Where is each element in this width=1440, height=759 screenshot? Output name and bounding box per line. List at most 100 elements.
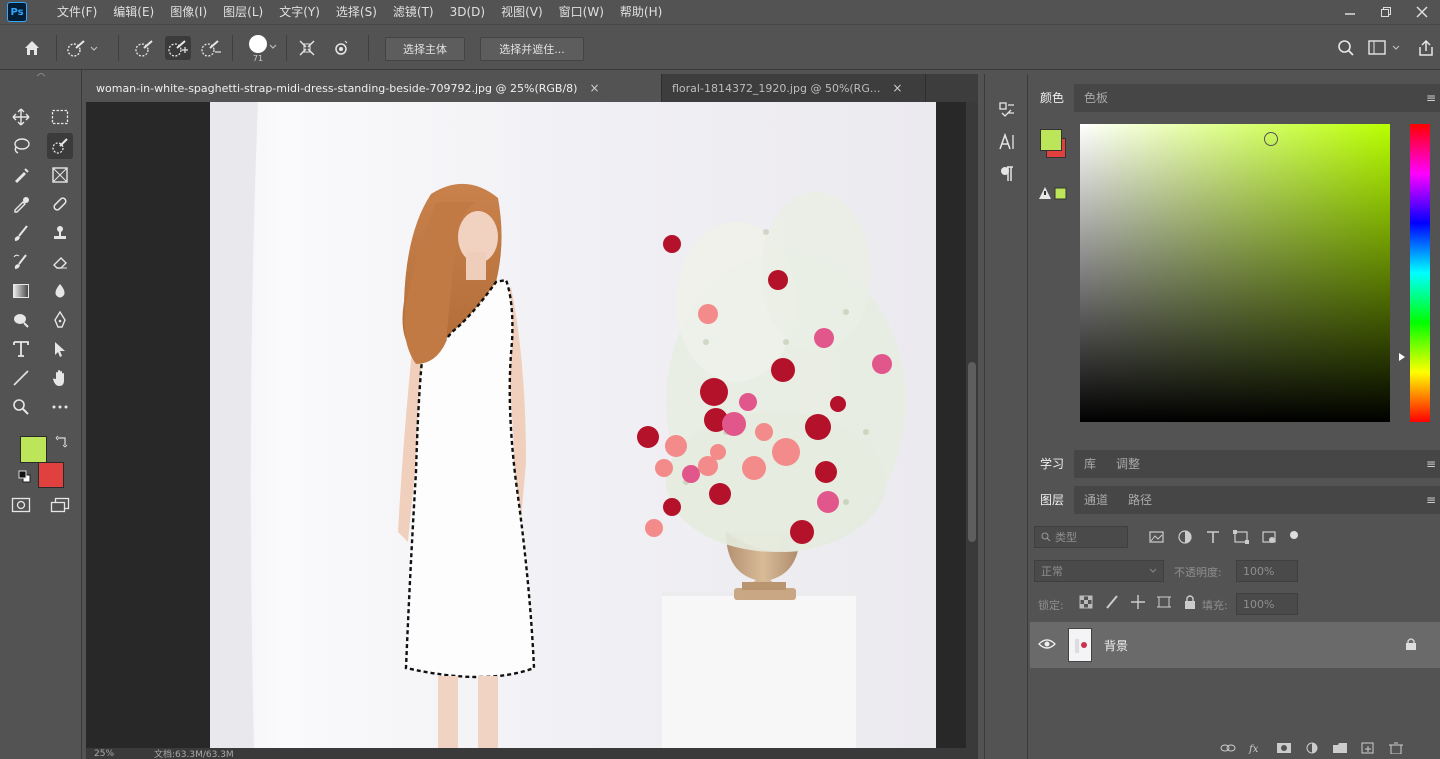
- lock-pixels-icon[interactable]: [1104, 594, 1120, 610]
- lock-artboard-icon[interactable]: [1156, 594, 1172, 610]
- gamut-warning-icon[interactable]: [1038, 186, 1068, 200]
- close-tab-icon[interactable]: ×: [589, 81, 599, 95]
- tab-learn[interactable]: 学习: [1030, 450, 1075, 478]
- pixel-layer-filter-icon[interactable]: [1148, 529, 1166, 545]
- menu-filter[interactable]: 滤镜(T): [385, 0, 442, 24]
- new-group-icon[interactable]: [1332, 742, 1348, 754]
- blur-tool[interactable]: [47, 278, 73, 304]
- history-brush-tool[interactable]: [8, 249, 34, 275]
- move-tool[interactable]: [8, 104, 34, 130]
- share-button[interactable]: [1414, 36, 1438, 60]
- opacity-input[interactable]: 100%: [1236, 560, 1298, 582]
- color-field[interactable]: [1080, 124, 1390, 422]
- default-colors-icon[interactable]: [18, 470, 32, 484]
- new-layer-icon[interactable]: [1360, 742, 1376, 754]
- tab-adjustments[interactable]: 调整: [1106, 450, 1150, 478]
- menu-layer[interactable]: 图层(L): [215, 0, 271, 24]
- layers-panel-menu[interactable]: ≡: [1426, 493, 1436, 507]
- new-adjustment-icon[interactable]: [1304, 742, 1320, 754]
- menu-view[interactable]: 视图(V): [493, 0, 551, 24]
- search-button[interactable]: [1334, 36, 1358, 60]
- menu-3d[interactable]: 3D(D): [442, 0, 493, 24]
- panel-foreground-swatch[interactable]: [1040, 129, 1062, 151]
- select-subject-button[interactable]: 选择主体: [385, 37, 465, 61]
- menu-select[interactable]: 选择(S): [328, 0, 385, 24]
- path-selection-tool[interactable]: [47, 336, 73, 362]
- menu-help[interactable]: 帮助(H): [612, 0, 670, 24]
- hue-slider-arrow-icon[interactable]: [1398, 352, 1406, 362]
- screen-mode-button[interactable]: [47, 492, 73, 518]
- marquee-tool[interactable]: [47, 104, 73, 130]
- tab-swatches[interactable]: 色板: [1074, 84, 1118, 112]
- layer-name[interactable]: 背景: [1104, 637, 1128, 654]
- toolbox-collapse-icon[interactable]: [36, 73, 46, 77]
- hue-slider[interactable]: [1410, 124, 1430, 422]
- history-panel-button[interactable]: [995, 98, 1019, 122]
- tool-preset-picker[interactable]: [64, 36, 100, 60]
- hand-tool[interactable]: [47, 365, 73, 391]
- quick-selection-tool[interactable]: [47, 133, 73, 159]
- pen-selection-tool[interactable]: [8, 162, 34, 188]
- add-to-selection-button[interactable]: [165, 36, 191, 60]
- shape-layer-filter-icon[interactable]: [1232, 529, 1250, 545]
- lock-position-icon[interactable]: [1130, 594, 1146, 610]
- ps-logo[interactable]: Ps: [5, 0, 29, 24]
- tab-libraries[interactable]: 库: [1074, 450, 1106, 478]
- tab-layers[interactable]: 图层: [1030, 486, 1075, 514]
- zoom-readout[interactable]: 25%: [94, 749, 114, 759]
- foreground-color-swatch[interactable]: [20, 436, 47, 463]
- color-picker-handle[interactable]: [1264, 132, 1278, 146]
- paragraph-panel-button[interactable]: [995, 162, 1019, 186]
- lock-all-icon[interactable]: [1182, 594, 1198, 610]
- blend-mode-select[interactable]: 正常: [1034, 560, 1164, 582]
- fill-input[interactable]: 100%: [1236, 593, 1298, 615]
- line-tool[interactable]: [8, 365, 34, 391]
- home-button[interactable]: [20, 36, 44, 60]
- more-tools[interactable]: [47, 394, 73, 420]
- brush-tool[interactable]: [8, 220, 34, 246]
- eraser-tool[interactable]: [47, 249, 73, 275]
- dodge-tool[interactable]: [8, 307, 34, 333]
- color-panel-menu[interactable]: ≡: [1426, 91, 1436, 105]
- eye-visibility-icon[interactable]: [1038, 638, 1056, 650]
- delete-layer-icon[interactable]: [1388, 742, 1404, 754]
- eyedropper-tool[interactable]: [8, 191, 34, 217]
- menu-file[interactable]: 文件(F): [49, 0, 105, 24]
- tab-woman-document[interactable]: woman-in-white-spaghetti-strap-midi-dres…: [86, 74, 662, 102]
- menu-edit[interactable]: 编辑(E): [105, 0, 162, 24]
- workspace-button[interactable]: [1366, 36, 1402, 60]
- sample-all-layers-button[interactable]: [294, 36, 320, 60]
- scrollbar-thumb[interactable]: [968, 362, 976, 542]
- tab-channels[interactable]: 通道: [1074, 486, 1118, 514]
- select-and-mask-button[interactable]: 选择并遮住...: [480, 37, 584, 61]
- swap-colors-icon[interactable]: [55, 434, 69, 448]
- minimize-button[interactable]: [1332, 0, 1368, 24]
- canvas-area[interactable]: [86, 102, 966, 748]
- close-tab-icon[interactable]: ×: [892, 81, 902, 95]
- menu-window[interactable]: 窗口(W): [551, 0, 612, 24]
- type-tool[interactable]: [8, 336, 34, 362]
- quick-mask-button[interactable]: [8, 492, 34, 518]
- menu-image[interactable]: 图像(I): [162, 0, 215, 24]
- adjustment-layer-filter-icon[interactable]: [1176, 529, 1194, 545]
- subtract-selection-button[interactable]: [198, 36, 224, 60]
- tab-color[interactable]: 颜色: [1030, 84, 1075, 112]
- new-selection-button[interactable]: [132, 36, 158, 60]
- fx-icon[interactable]: fx: [1248, 742, 1264, 754]
- auto-enhance-button[interactable]: [328, 36, 354, 60]
- frame-tool[interactable]: [47, 162, 73, 188]
- lasso-tool[interactable]: [8, 133, 34, 159]
- layer-filter-select[interactable]: 类型: [1034, 526, 1128, 548]
- smart-object-filter-icon[interactable]: [1260, 529, 1278, 545]
- add-mask-icon[interactable]: [1276, 742, 1292, 754]
- healing-brush-tool[interactable]: [47, 191, 73, 217]
- layer-row-background[interactable]: 背景: [1030, 622, 1440, 668]
- close-button[interactable]: [1404, 0, 1440, 24]
- pen-tool[interactable]: [47, 307, 73, 333]
- learn-panel-menu[interactable]: ≡: [1426, 457, 1436, 471]
- restore-button[interactable]: [1368, 0, 1404, 24]
- link-layers-icon[interactable]: [1220, 742, 1236, 754]
- canvas-vertical-scrollbar[interactable]: [966, 102, 978, 748]
- tab-paths[interactable]: 路径: [1118, 486, 1162, 514]
- background-color-swatch[interactable]: [38, 462, 64, 488]
